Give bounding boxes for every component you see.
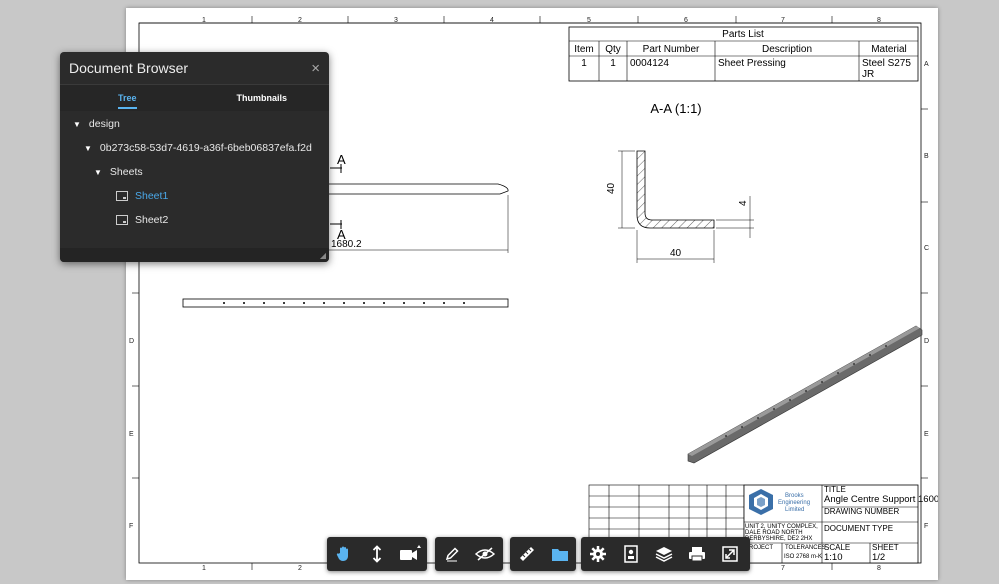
properties-button[interactable] xyxy=(614,537,647,571)
top-view xyxy=(182,298,509,308)
zoom-icon xyxy=(372,545,381,563)
camera-button[interactable] xyxy=(393,537,426,571)
zone-label: E xyxy=(924,431,929,438)
cut-label-top: A xyxy=(337,152,346,167)
document-browser-tabs: Tree Thumbnails xyxy=(60,84,329,111)
measure-icon xyxy=(519,547,534,561)
fullscreen-icon xyxy=(721,546,738,562)
print-icon xyxy=(688,547,705,562)
parts-cell-material-2: JR xyxy=(862,69,874,80)
toolbar-group-settings xyxy=(581,537,750,571)
sheet-icon xyxy=(116,215,128,225)
measure-button[interactable] xyxy=(510,537,543,571)
document-tree: ▼ design ▼ 0b273c58-53d7-4619-a36f-6beb0… xyxy=(60,111,329,246)
zone-label: 1 xyxy=(202,17,206,24)
zone-label: 8 xyxy=(877,17,881,24)
parts-header-qty: Qty xyxy=(605,44,621,55)
resize-handle-icon[interactable]: ◢ xyxy=(320,251,326,260)
tree-node-file[interactable]: ▼ 0b273c58-53d7-4619-a36f-6beb06837efa.f… xyxy=(84,142,312,154)
dim-height: 40 xyxy=(606,182,617,194)
zone-label: D xyxy=(129,338,134,345)
zoom-button[interactable] xyxy=(360,537,393,571)
tree-node-sheets[interactable]: ▼ Sheets xyxy=(94,166,143,178)
tree-node-design[interactable]: ▼ design xyxy=(73,118,120,130)
toolbar-group-tools xyxy=(510,537,576,571)
document-browser-panel: Document Browser × Tree Thumbnails ▼ des… xyxy=(60,52,329,262)
parts-cell-qty: 1 xyxy=(610,58,616,69)
zone-label: 4 xyxy=(490,17,494,24)
pan-button[interactable] xyxy=(327,537,360,571)
title-label: TITLE xyxy=(824,485,846,494)
parts-header-item: Item xyxy=(574,44,593,55)
drawing-number-label: DRAWING NUMBER xyxy=(824,507,899,516)
parts-header-description: Description xyxy=(762,44,812,55)
toolbar-group-navigation xyxy=(327,537,427,571)
fullscreen-button[interactable] xyxy=(713,537,746,571)
settings-button[interactable] xyxy=(581,537,614,571)
properties-icon xyxy=(623,545,638,563)
parts-header-material: Material xyxy=(871,44,907,55)
company-name-3: Limited xyxy=(785,507,804,513)
visibility-button[interactable] xyxy=(468,537,501,571)
caret-down-icon[interactable]: ▼ xyxy=(94,168,102,177)
parts-cell-item: 1 xyxy=(581,58,587,69)
zone-label: F xyxy=(129,523,133,530)
pan-icon xyxy=(336,546,348,561)
parts-cell-description: Sheet Pressing xyxy=(718,58,786,69)
viewer-toolbar xyxy=(0,537,999,571)
dim-thickness: 4 xyxy=(738,200,749,206)
isometric-view xyxy=(687,325,923,464)
parts-list-title: Parts List xyxy=(722,29,764,40)
company-name-2: Engineering xyxy=(778,500,810,506)
close-icon[interactable]: × xyxy=(311,60,320,77)
dim-length: 1680.2 xyxy=(331,239,362,250)
zone-label: 3 xyxy=(394,17,398,24)
tree-node-sheet1[interactable]: Sheet1 xyxy=(116,190,168,202)
tab-thumbnails[interactable]: Thumbnails xyxy=(195,85,330,111)
settings-icon xyxy=(589,546,606,562)
caret-down-icon[interactable]: ▼ xyxy=(73,120,81,129)
tree-node-sheet2[interactable]: Sheet2 xyxy=(116,214,168,226)
zone-label: F xyxy=(924,523,928,530)
visibility-icon xyxy=(474,547,495,561)
dim-width: 40 xyxy=(670,248,682,259)
section-view: 40 40 4 xyxy=(606,150,754,263)
camera-icon xyxy=(399,545,421,560)
layers-button[interactable] xyxy=(647,537,680,571)
document-browser-header[interactable]: Document Browser × xyxy=(60,52,329,84)
parts-list: Parts List Item Qty Part Number Descript… xyxy=(568,26,919,82)
zone-label: C xyxy=(924,245,929,252)
zone-label: 6 xyxy=(684,17,688,24)
markup-icon xyxy=(445,547,459,562)
parts-cell-part-number: 0004124 xyxy=(630,58,669,69)
drawing-title: Angle Centre Support 1600 LH xyxy=(824,494,938,505)
markup-button[interactable] xyxy=(435,537,468,571)
document-browser-title: Document Browser xyxy=(69,60,189,76)
section-view-label: A-A (1:1) xyxy=(650,101,701,116)
document-type-label: DOCUMENT TYPE xyxy=(824,524,893,533)
zone-label: E xyxy=(129,431,134,438)
zone-label: 5 xyxy=(587,17,591,24)
print-button[interactable] xyxy=(680,537,713,571)
zone-label: B xyxy=(924,153,929,160)
sheet-icon xyxy=(116,191,128,201)
document-browser-footer: ◢ xyxy=(60,248,329,262)
toolbar-group-markup xyxy=(435,537,503,571)
caret-down-icon[interactable]: ▼ xyxy=(84,144,92,153)
company-name-1: Brooks xyxy=(785,493,804,499)
layers-icon xyxy=(655,547,672,562)
tab-tree[interactable]: Tree xyxy=(60,85,195,111)
zone-label: 2 xyxy=(298,17,302,24)
document-browser-icon xyxy=(551,549,568,561)
parts-cell-material: Steel S275 xyxy=(862,58,911,69)
zone-label: 7 xyxy=(781,17,785,24)
parts-header-part-number: Part Number xyxy=(643,44,700,55)
zone-label: D xyxy=(924,338,929,345)
document-browser-button[interactable] xyxy=(543,537,576,571)
zone-label: A xyxy=(924,61,929,68)
